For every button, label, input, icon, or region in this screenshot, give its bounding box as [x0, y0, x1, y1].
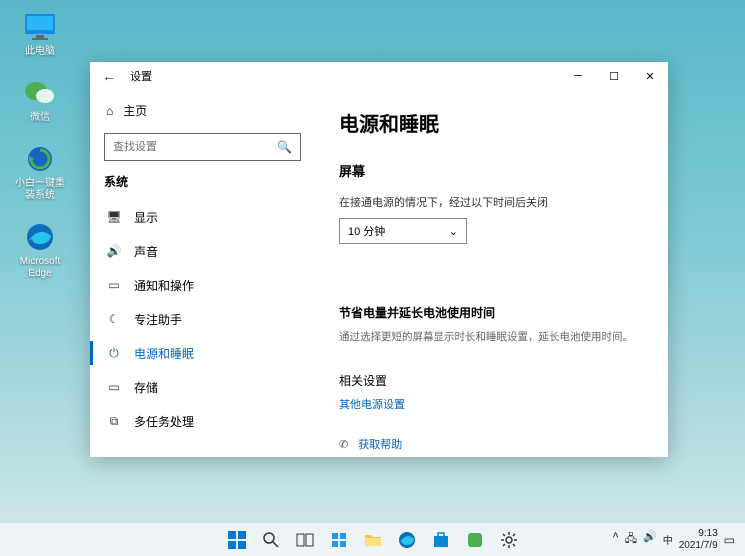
app-button[interactable] [460, 525, 490, 555]
sidebar-item-focus[interactable]: ☾ 专注助手 [104, 302, 301, 336]
clock-date: 2021/7/9 [679, 540, 718, 552]
store-button[interactable] [426, 525, 456, 555]
explorer-button[interactable] [358, 525, 388, 555]
titlebar: ← 设置 ─ ☐ ✕ [90, 62, 668, 90]
desktop-icon-label: Microsoft Edge [12, 256, 68, 280]
sidebar-item-multitask[interactable]: ⧉ 多任务处理 [104, 404, 301, 438]
sidebar-item-label: 电源和睡眠 [134, 345, 194, 362]
sidebar-item-label: 声音 [134, 243, 158, 260]
settings-window: ← 设置 ─ ☐ ✕ ⌂ 主页 🔍 系统 🖥 显示 🔊 声音 [90, 62, 668, 457]
maximize-button[interactable]: ☐ [596, 62, 632, 90]
related-link[interactable]: 其他电源设置 [339, 396, 405, 412]
search-button[interactable] [256, 525, 286, 555]
save-desc: 通过选择更短的屏幕显示时长和睡眠设置，延长电池使用时间。 [339, 329, 644, 344]
content-pane: 电源和睡眠 屏幕 在接通电源的情况下，经过以下时间后关闭 10 分钟 ⌄ 节省电… [315, 90, 668, 457]
desktop-icon-label: 此电脑 [25, 46, 55, 58]
taskview-button[interactable] [290, 525, 320, 555]
chevron-down-icon: ⌄ [449, 225, 458, 238]
minimize-button[interactable]: ─ [560, 62, 596, 90]
search-input[interactable] [113, 141, 277, 153]
notification-icon: ▭ [106, 278, 122, 292]
window-title: 设置 [130, 68, 152, 84]
page-title: 电源和睡眠 [339, 108, 644, 137]
sidebar-item-label: 存储 [134, 379, 158, 396]
desktop-icon-edge[interactable]: Microsoft Edge [12, 220, 68, 280]
desktop-icon-label: 微信 [30, 112, 50, 124]
sound-icon: 🔊 [106, 244, 122, 258]
sidebar-item-storage[interactable]: ▭ 存储 [104, 370, 301, 404]
sidebar-item-display[interactable]: 🖥 显示 [104, 200, 301, 234]
sidebar-item-label: 多任务处理 [134, 413, 194, 430]
save-title: 节省电量并延长电池使用时间 [339, 304, 644, 321]
taskbar: ˄ 🖧 🔊 中 9:13 2021/7/9 ▭ [0, 522, 745, 556]
notifications-button[interactable]: ▭ [724, 533, 735, 547]
screen-desc: 在接通电源的情况下，经过以下时间后关闭 [339, 194, 644, 210]
home-icon: ⌂ [106, 104, 113, 118]
edge-button[interactable] [392, 525, 422, 555]
dropdown-value: 10 分钟 [348, 223, 385, 239]
reinstall-icon [23, 142, 57, 176]
edge-icon [23, 220, 57, 254]
desktop-icon-this-pc[interactable]: 此电脑 [12, 10, 68, 58]
sidebar-item-notifications[interactable]: ▭ 通知和操作 [104, 268, 301, 302]
chevron-up-icon[interactable]: ˄ [612, 530, 618, 549]
clock-time: 9:13 [698, 528, 717, 540]
network-icon[interactable]: 🖧 [625, 530, 637, 549]
display-icon: 🖥 [106, 210, 122, 224]
screen-timeout-dropdown[interactable]: 10 分钟 ⌄ [339, 218, 467, 244]
clock[interactable]: 9:13 2021/7/9 [679, 528, 718, 552]
sidebar-item-label: 专注助手 [134, 311, 182, 328]
help-icon: ✆ [339, 438, 348, 451]
search-icon: 🔍 [277, 140, 292, 154]
desktop-icon-xiaobai[interactable]: 小白一键重装系统 [12, 142, 68, 202]
related-title: 相关设置 [339, 372, 644, 389]
home-label: 主页 [123, 102, 147, 119]
help-link[interactable]: 获取帮助 [358, 436, 402, 452]
close-button[interactable]: ✕ [632, 62, 668, 90]
widgets-button[interactable] [324, 525, 354, 555]
sidebar-item-label: 通知和操作 [134, 277, 194, 294]
sidebar-item-label: 显示 [134, 209, 158, 226]
sidebar-item-power[interactable]: ⏻ 电源和睡眠 [104, 336, 301, 370]
system-tray[interactable]: ˄ 🖧 🔊 [612, 530, 656, 549]
home-button[interactable]: ⌂ 主页 [104, 98, 301, 123]
power-icon: ⏻ [106, 346, 122, 361]
ime-indicator[interactable]: 中 [663, 532, 673, 547]
back-button[interactable]: ← [102, 68, 122, 84]
sidebar-item-sound[interactable]: 🔊 声音 [104, 234, 301, 268]
volume-icon[interactable]: 🔊 [643, 530, 657, 549]
storage-icon: ▭ [106, 380, 122, 394]
wechat-icon [23, 76, 57, 110]
multitask-icon: ⧉ [106, 414, 122, 429]
desktop-icon-wechat[interactable]: 微信 [12, 76, 68, 124]
settings-taskbar-button[interactable] [494, 525, 524, 555]
sidebar: ⌂ 主页 🔍 系统 🖥 显示 🔊 声音 ▭ 通知和操作 ☾ 专 [90, 90, 315, 457]
search-box[interactable]: 🔍 [104, 133, 301, 161]
section-title: 系统 [104, 173, 301, 190]
start-button[interactable] [222, 525, 252, 555]
desktop-icon-label: 小白一键重装系统 [12, 178, 68, 202]
focus-icon: ☾ [106, 312, 122, 326]
screen-section-title: 屏幕 [339, 161, 644, 180]
monitor-icon [23, 10, 57, 44]
